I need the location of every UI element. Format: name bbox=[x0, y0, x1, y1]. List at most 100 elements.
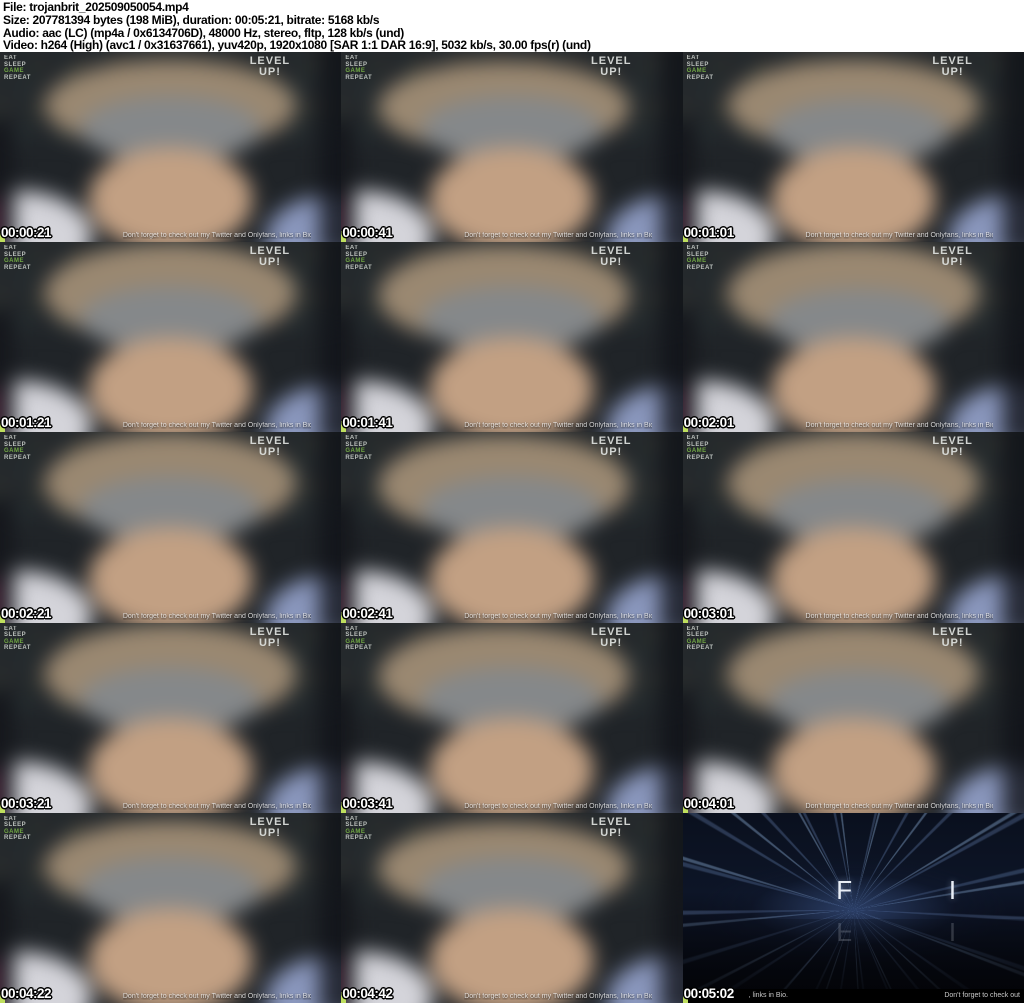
wall-poster-level-up: LEVEL UP! bbox=[591, 245, 632, 269]
thumbnail-cell: EAT SLEEP GAME REPEAT LEVEL UP! Don't fo… bbox=[341, 622, 683, 813]
figure-shape bbox=[770, 337, 936, 433]
wall-poster-eat-sleep-game-repeat: EAT SLEEP GAME REPEAT bbox=[4, 245, 31, 271]
left-edge-shadow bbox=[341, 120, 355, 243]
wall-poster-eat-sleep-game-repeat: EAT SLEEP GAME REPEAT bbox=[4, 815, 31, 842]
timestamp-label: 00:03:21 bbox=[1, 795, 52, 811]
stream-overlay-column bbox=[1002, 242, 1024, 433]
thumbnail-cell: EAT SLEEP GAME REPEAT LEVEL UP! Don't fo… bbox=[0, 52, 342, 243]
file-info-header: File: trojanbrit_202509050054.mp4 Size: … bbox=[0, 0, 1024, 52]
stream-overlay-column bbox=[661, 622, 683, 813]
figure-shape bbox=[770, 717, 936, 813]
left-edge-shadow bbox=[0, 881, 14, 1003]
timestamp-label: 00:01:21 bbox=[1, 415, 52, 431]
stream-overlay-column bbox=[319, 812, 342, 1003]
file-size-line: Size: 207781394 bytes (198 MiB), duratio… bbox=[3, 12, 380, 27]
thumbnail-cell: EAT SLEEP GAME REPEAT LEVEL UP! Don't fo… bbox=[0, 622, 342, 813]
timestamp-label: 00:04:01 bbox=[683, 795, 735, 811]
timestamp-label: 00:03:01 bbox=[683, 605, 735, 621]
thumbnail-cell: EAT SLEEP GAME REPEAT LEVEL UP! Don't fo… bbox=[0, 812, 342, 1003]
figure-shape bbox=[88, 527, 254, 623]
wall-poster-level-up: LEVEL UP! bbox=[591, 625, 632, 649]
wall-poster-eat-sleep-game-repeat: EAT SLEEP GAME REPEAT bbox=[686, 625, 714, 652]
wall-poster-eat-sleep-game-repeat: EAT SLEEP GAME REPEAT bbox=[686, 435, 714, 461]
wall-poster-level-up: LEVEL UP! bbox=[932, 625, 973, 649]
figure-shape bbox=[429, 147, 595, 243]
timestamp-label: 00:04:42 bbox=[342, 985, 393, 1001]
ticker-fragment-left: , links in Bio. bbox=[748, 991, 788, 999]
thumbnail-cell: EAT SLEEP GAME REPEAT LEVEL UP! Don't fo… bbox=[682, 432, 1024, 623]
timestamp-label: 00:02:01 bbox=[683, 415, 735, 431]
wall-poster-level-up: LEVEL UP! bbox=[932, 435, 973, 459]
figure-shape bbox=[770, 527, 936, 623]
wall-poster-level-up: LEVEL UP! bbox=[591, 815, 632, 839]
left-edge-shadow bbox=[341, 311, 355, 433]
file-name-line: File: trojanbrit_202509050054.mp4 bbox=[3, 0, 189, 14]
stream-overlay-column bbox=[319, 622, 342, 813]
timestamp-label: 00:00:21 bbox=[1, 225, 52, 241]
thumbnail-cell: EAT SLEEP GAME REPEAT LEVEL UP! Don't fo… bbox=[341, 52, 683, 243]
left-edge-shadow bbox=[0, 691, 14, 813]
thumbnail-placeholder: EAT SLEEP GAME REPEAT LEVEL UP! Don't fo… bbox=[682, 432, 1024, 623]
stream-overlay-column bbox=[661, 242, 683, 433]
stream-overlay-column bbox=[661, 432, 683, 623]
figure-shape bbox=[429, 907, 595, 1003]
reflection-floor bbox=[682, 919, 1024, 989]
left-edge-shadow bbox=[682, 501, 697, 623]
wall-poster-eat-sleep-game-repeat: EAT SLEEP GAME REPEAT bbox=[345, 435, 373, 461]
timestamp-label: 00:01:41 bbox=[342, 415, 393, 431]
ticker-text: Don't forget to check out my Twitter and… bbox=[805, 802, 994, 810]
figure-shape bbox=[88, 337, 254, 433]
figure-shape bbox=[429, 337, 595, 433]
thumbnail-cell: EAT SLEEP GAME REPEAT LEVEL UP! Don't fo… bbox=[341, 432, 683, 623]
stream-overlay-column bbox=[661, 52, 683, 243]
wall-poster-level-up: LEVEL UP! bbox=[249, 435, 291, 459]
ticker-text: Don't forget to check out my Twitter and… bbox=[464, 422, 652, 430]
stream-overlay-column bbox=[319, 432, 342, 623]
thumbnail-placeholder: EAT SLEEP GAME REPEAT LEVEL UP! Don't fo… bbox=[682, 622, 1024, 813]
thumbnail-grid: EAT SLEEP GAME REPEAT LEVEL UP! Don't fo… bbox=[0, 52, 1024, 1003]
wall-poster-eat-sleep-game-repeat: EAT SLEEP GAME REPEAT bbox=[4, 435, 31, 461]
left-edge-shadow bbox=[0, 501, 14, 623]
thumbnail-cell: F I F I , links in Bio. Don't forget to … bbox=[682, 812, 1024, 1003]
timestamp-label: 00:01:01 bbox=[683, 225, 735, 241]
thumbnail-placeholder: EAT SLEEP GAME REPEAT LEVEL UP! Don't fo… bbox=[341, 432, 683, 623]
wall-poster-eat-sleep-game-repeat: EAT SLEEP GAME REPEAT bbox=[686, 55, 714, 81]
wall-poster-eat-sleep-game-repeat: EAT SLEEP GAME REPEAT bbox=[4, 55, 31, 81]
wall-poster-eat-sleep-game-repeat: EAT SLEEP GAME REPEAT bbox=[345, 815, 373, 842]
timestamp-label: 00:05:02 bbox=[683, 985, 735, 1001]
thumbnail-placeholder: EAT SLEEP GAME REPEAT LEVEL UP! Don't fo… bbox=[341, 242, 683, 433]
thumbnail-placeholder: EAT SLEEP GAME REPEAT LEVEL UP! Don't fo… bbox=[341, 622, 683, 813]
timestamp-label: 00:04:22 bbox=[1, 985, 52, 1001]
ticker-text: Don't forget to check out my Twitter and… bbox=[464, 802, 652, 810]
outro-letter-reflection: F bbox=[836, 917, 853, 948]
thumbnail-cell: EAT SLEEP GAME REPEAT LEVEL UP! Don't fo… bbox=[341, 812, 683, 1003]
wall-poster-level-up: LEVEL UP! bbox=[932, 245, 973, 269]
timestamp-label: 00:02:21 bbox=[1, 605, 52, 621]
figure-shape bbox=[429, 527, 595, 623]
thumbnail-cell: EAT SLEEP GAME REPEAT LEVEL UP! Don't fo… bbox=[682, 622, 1024, 813]
timestamp-label: 00:00:41 bbox=[342, 225, 393, 241]
thumbnail-placeholder: EAT SLEEP GAME REPEAT LEVEL UP! Don't fo… bbox=[0, 812, 342, 1003]
left-edge-shadow bbox=[682, 311, 697, 433]
wall-poster-level-up: LEVEL UP! bbox=[932, 55, 973, 78]
figure-shape bbox=[88, 907, 254, 1003]
thumbnail-cell: EAT SLEEP GAME REPEAT LEVEL UP! Don't fo… bbox=[0, 242, 342, 433]
wall-poster-eat-sleep-game-repeat: EAT SLEEP GAME REPEAT bbox=[686, 245, 714, 271]
stream-overlay-column bbox=[1002, 52, 1024, 243]
thumbnail-cell: EAT SLEEP GAME REPEAT LEVEL UP! Don't fo… bbox=[682, 242, 1024, 433]
outro-frame: F I F I , links in Bio. Don't forget to … bbox=[682, 812, 1024, 1003]
wall-poster-level-up: LEVEL UP! bbox=[591, 55, 632, 78]
thumbnail-cell: EAT SLEEP GAME REPEAT LEVEL UP! Don't fo… bbox=[341, 242, 683, 433]
ticker-fragment-right: Don't forget to check out bbox=[944, 991, 1020, 999]
wall-poster-level-up: LEVEL UP! bbox=[249, 815, 291, 839]
thumbnail-placeholder: EAT SLEEP GAME REPEAT LEVEL UP! Don't fo… bbox=[682, 242, 1024, 433]
thumbnail-placeholder: EAT SLEEP GAME REPEAT LEVEL UP! Don't fo… bbox=[341, 812, 683, 1003]
outro-letter: I bbox=[948, 875, 957, 906]
ticker-text: Don't forget to check out my Twitter and… bbox=[122, 802, 311, 810]
ticker-text: Don't forget to check out my Twitter and… bbox=[122, 992, 311, 1000]
figure-shape bbox=[88, 717, 254, 813]
left-edge-shadow bbox=[682, 691, 697, 813]
ticker-text: Don't forget to check out my Twitter and… bbox=[805, 612, 994, 620]
left-edge-shadow bbox=[0, 120, 14, 243]
thumbnail-cell: EAT SLEEP GAME REPEAT LEVEL UP! Don't fo… bbox=[682, 52, 1024, 243]
